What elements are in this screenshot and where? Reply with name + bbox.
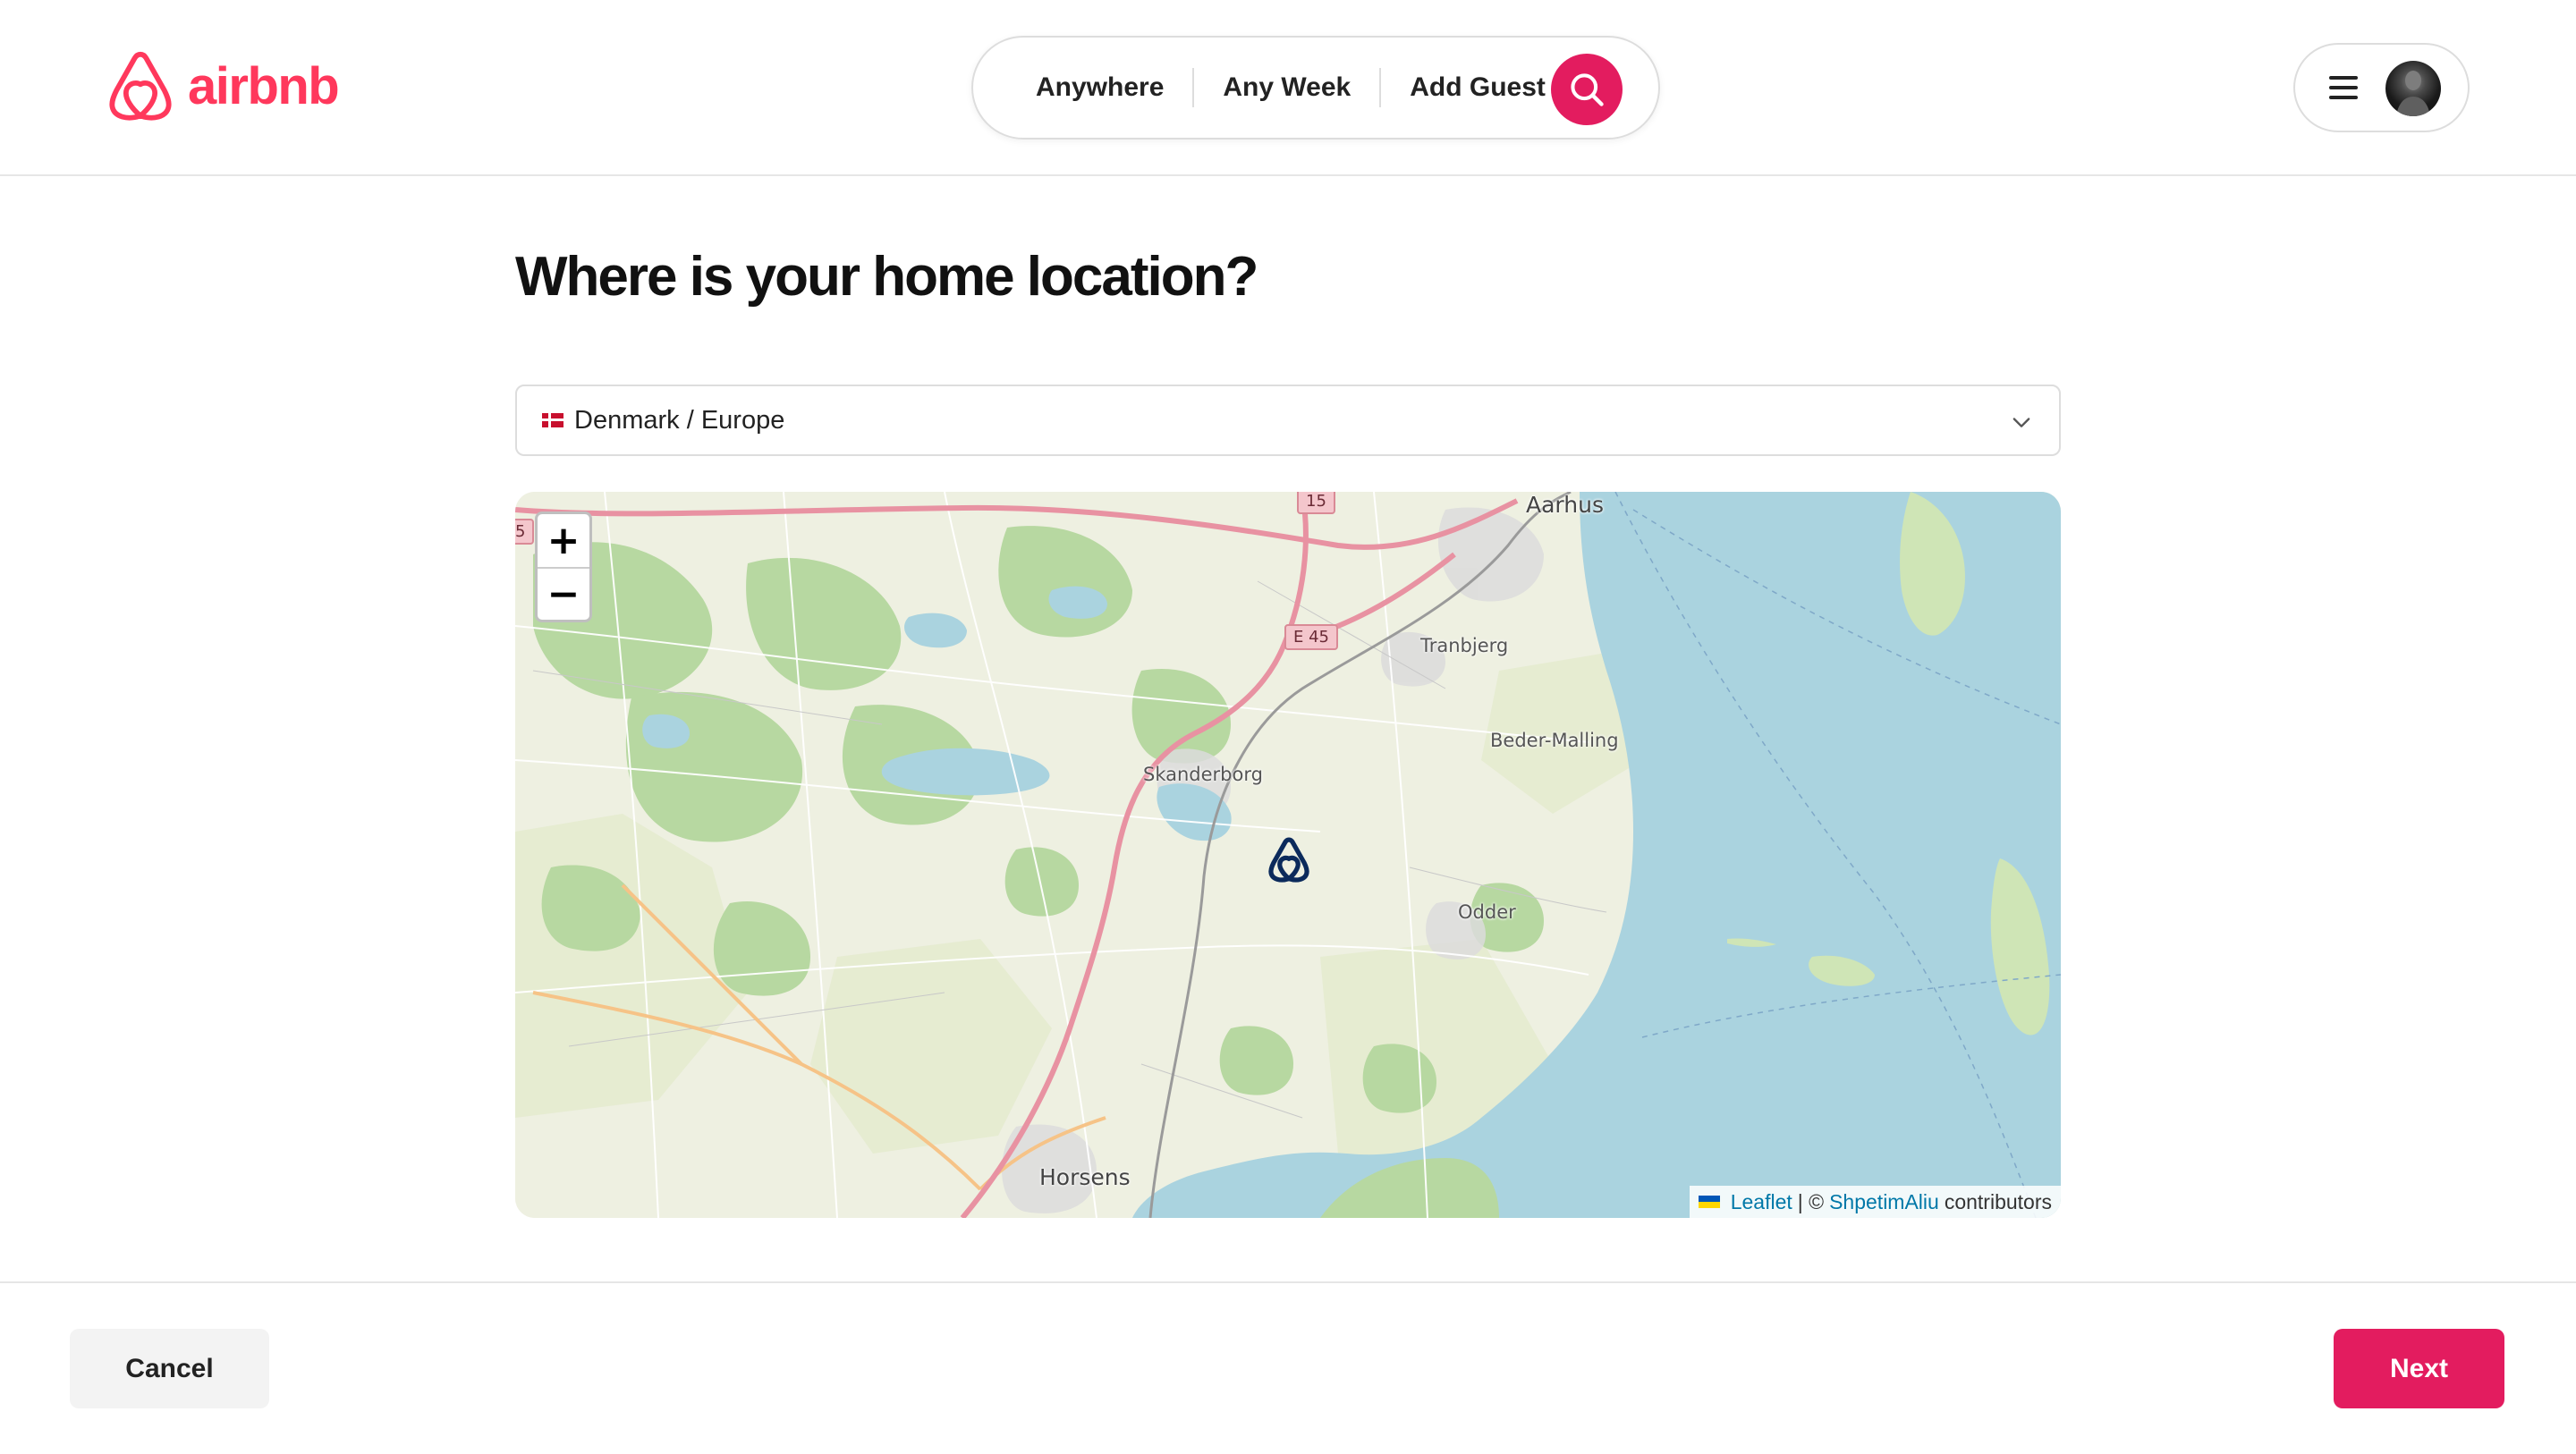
avatar bbox=[2385, 61, 2441, 116]
top-header: airbnb Anywhere Any Week Add Guest bbox=[0, 0, 2576, 176]
attribution-suffix: contributors bbox=[1944, 1189, 2052, 1213]
leaflet-link[interactable]: Leaflet bbox=[1731, 1190, 1792, 1214]
map-label-aarhus: Aarhus bbox=[1526, 492, 1604, 518]
cancel-button[interactable]: Cancel bbox=[70, 1329, 269, 1408]
map-label-odder: Odder bbox=[1458, 901, 1516, 923]
user-menu-button[interactable] bbox=[2293, 43, 2470, 132]
map-label-skanderborg: Skanderborg bbox=[1143, 764, 1263, 785]
zoom-in-button[interactable]: + bbox=[538, 514, 589, 567]
map-attribution: Leaflet | © ShpetimAliu contributors bbox=[1689, 1186, 2061, 1218]
map-label-beder-malling: Beder-Malling bbox=[1490, 730, 1619, 751]
map-label-tranbjerg: Tranbjerg bbox=[1420, 635, 1509, 656]
zoom-out-button[interactable]: − bbox=[538, 567, 589, 620]
search-location[interactable]: Anywhere bbox=[1036, 74, 1192, 101]
chevron-down-icon bbox=[2012, 418, 2030, 427]
location-map[interactable]: 15 E 45 5 Aarhus Tranbjerg Beder-Malling… bbox=[515, 492, 2061, 1218]
road-shield-15: 15 bbox=[1297, 492, 1335, 514]
footer-divider bbox=[0, 1281, 2576, 1283]
map-label-horsens: Horsens bbox=[1039, 1164, 1131, 1190]
road-shield-5: 5 bbox=[515, 519, 535, 545]
search-guests[interactable]: Add Guest bbox=[1381, 74, 1574, 101]
ukraine-flag-icon bbox=[1698, 1196, 1720, 1208]
location-select-value: Denmark / Europe bbox=[574, 405, 785, 435]
airbnb-logo-icon bbox=[109, 51, 172, 121]
location-select[interactable]: Denmark / Europe bbox=[515, 385, 2061, 456]
search-week[interactable]: Any Week bbox=[1194, 74, 1379, 101]
road-shield-e45: E 45 bbox=[1284, 624, 1338, 650]
hamburger-icon bbox=[2329, 76, 2358, 99]
next-button[interactable]: Next bbox=[2334, 1329, 2504, 1408]
zoom-control: + − bbox=[535, 511, 592, 622]
airbnb-marker-icon[interactable] bbox=[1267, 837, 1311, 883]
avatar-image bbox=[2396, 71, 2430, 116]
airbnb-wordmark: airbnb bbox=[188, 57, 340, 115]
attribution-separator: | © bbox=[1797, 1189, 1825, 1213]
search-icon bbox=[1571, 73, 1604, 106]
search-button[interactable] bbox=[1551, 54, 1623, 125]
airbnb-logo[interactable]: airbnb bbox=[106, 50, 340, 123]
page-title: Where is your home location? bbox=[515, 246, 1258, 308]
attribution-author-link[interactable]: ShpetimAliu bbox=[1829, 1190, 1939, 1214]
denmark-flag bbox=[542, 413, 564, 427]
search-bar[interactable]: Anywhere Any Week Add Guest bbox=[971, 36, 1660, 139]
